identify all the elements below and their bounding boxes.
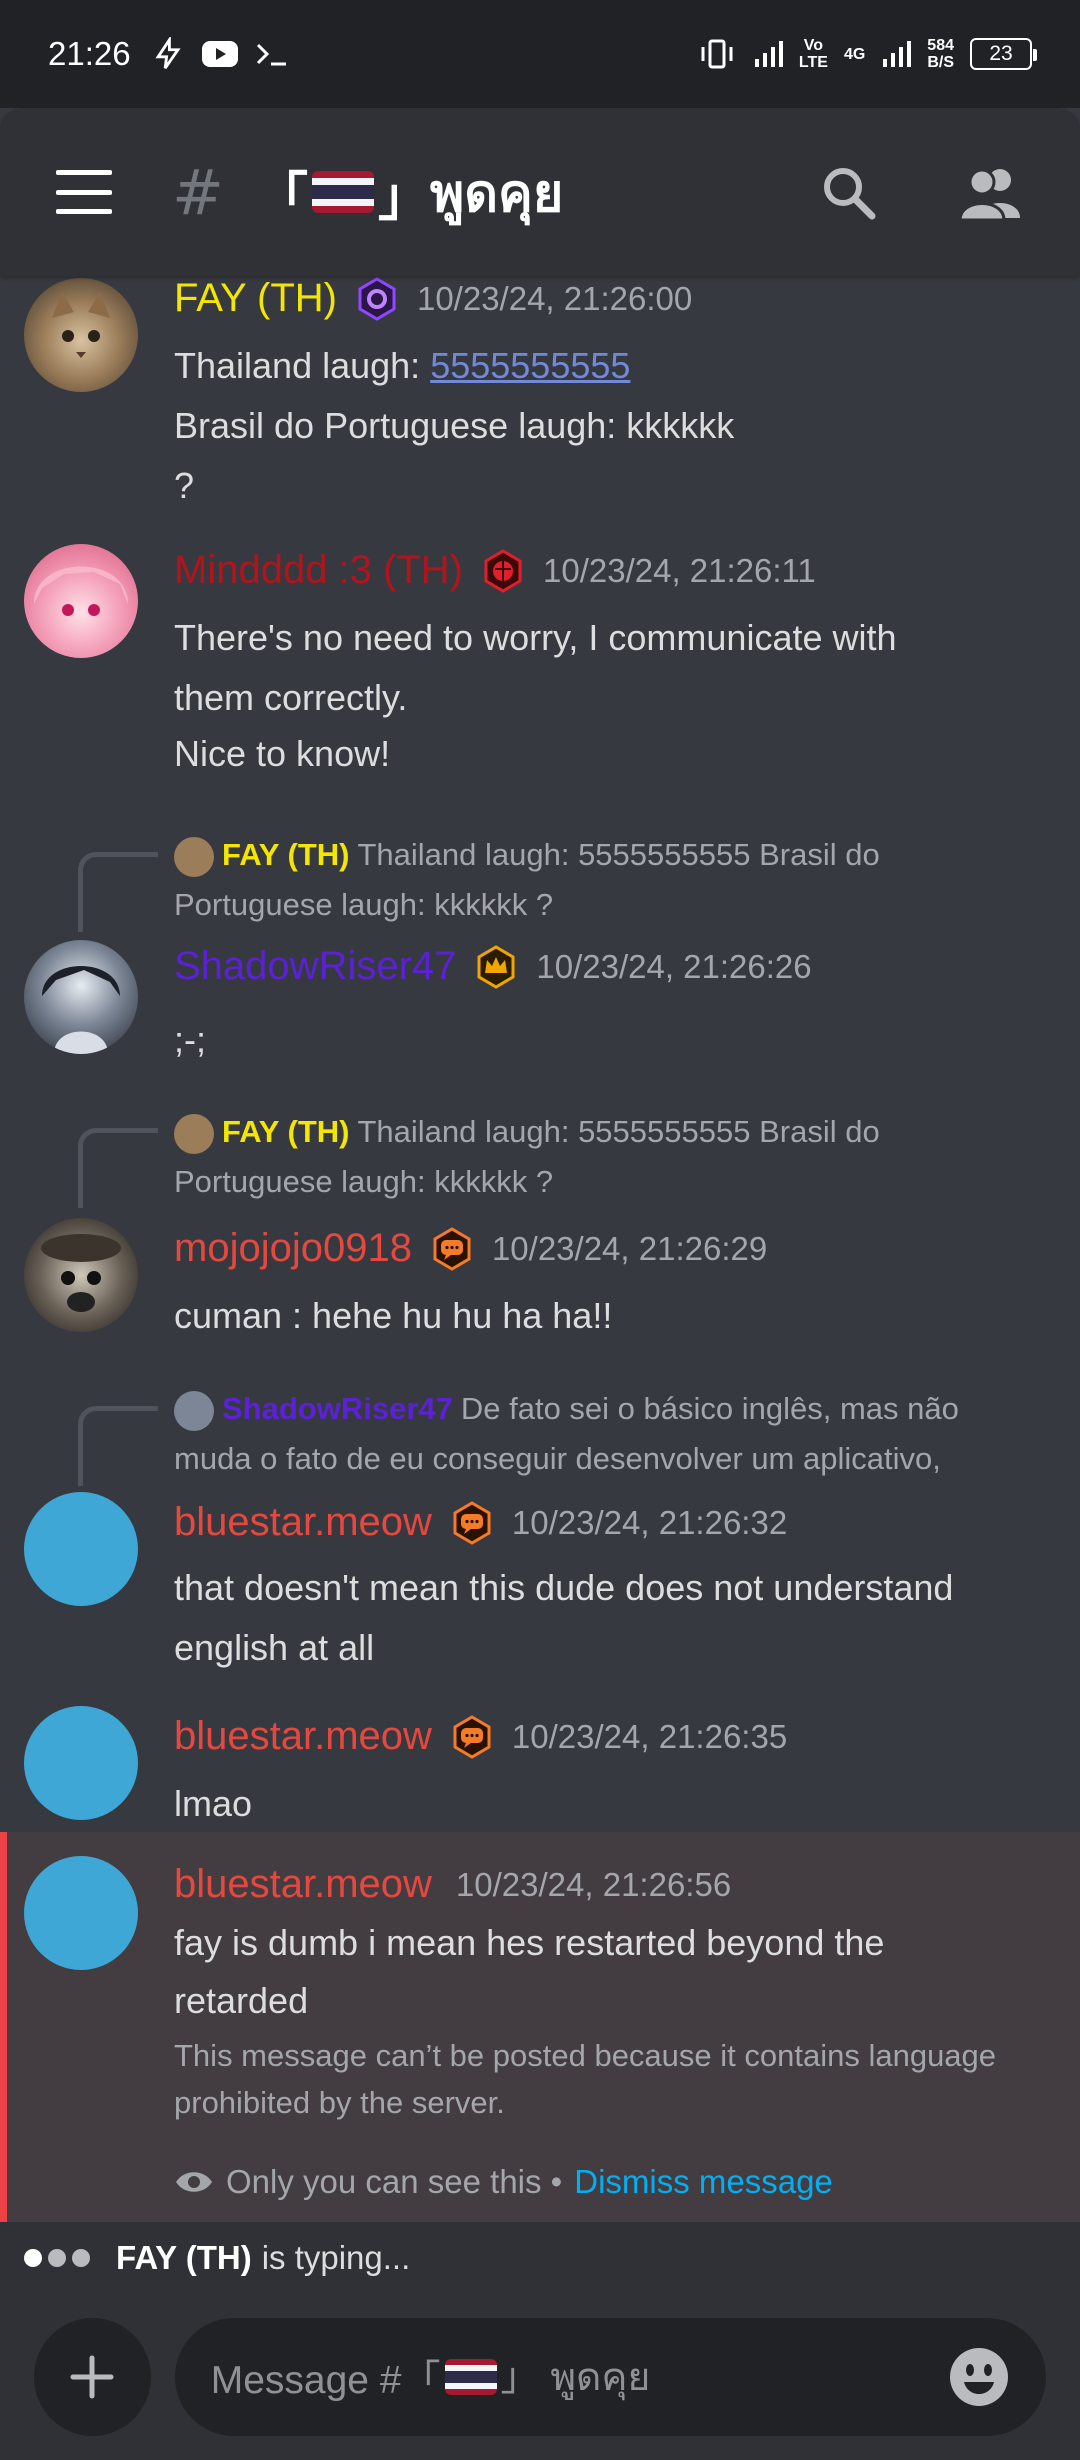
reply-spine: [78, 1128, 158, 1208]
reply-username: FAY (TH): [222, 837, 350, 872]
4g-label: 4G: [843, 45, 866, 63]
timestamp: 10/23/24, 21:26:32: [511, 1503, 788, 1541]
message-content: ;-;: [174, 1019, 206, 1060]
signal-icon-1: [754, 41, 783, 67]
message-content: cuman : hehe hu hu ha ha!!: [174, 1295, 613, 1336]
avatar[interactable]: [24, 1218, 138, 1332]
message-content: that doesn't mean this dude does not und…: [174, 1567, 954, 1668]
avatar[interactable]: [24, 1492, 138, 1606]
message-content: fay is dumb i mean hes restarted beyond …: [174, 1922, 885, 2021]
eye-icon: [176, 2172, 212, 2192]
channel-header: # 「 」 พูดคุย: [0, 108, 1080, 276]
members-icon[interactable]: [958, 164, 1024, 220]
youtube-icon: [201, 41, 238, 67]
battery-indicator: 23: [970, 38, 1037, 70]
thailand-flag-icon: [311, 171, 374, 213]
message-input[interactable]: Message #「 」 พูดคุย: [174, 2318, 1046, 2436]
typing-user: FAY (TH): [116, 2239, 252, 2276]
typing-indicator: FAY (TH) is typing...: [0, 2222, 1080, 2294]
dog-avatar-icon: [41, 1234, 121, 1312]
avatar[interactable]: [24, 1856, 138, 1970]
vibrate-icon: [701, 39, 733, 69]
avatar[interactable]: [24, 940, 138, 1054]
reply-avatar: [174, 836, 214, 877]
ephemeral-note: Only you can see this • Dismiss message: [174, 2152, 833, 2212]
status-bar: 21:26 Vo LTE 4G 584 B/S 23: [0, 0, 1080, 108]
reply-spine: [78, 1406, 158, 1486]
search-icon[interactable]: [820, 164, 876, 220]
menu-icon[interactable]: [56, 170, 112, 214]
username[interactable]: bluestar.meow: [174, 1714, 432, 1759]
message-content: lmao: [174, 1783, 253, 1824]
timestamp: 10/23/24, 21:26:56: [455, 1865, 732, 1903]
plus-icon: [70, 2355, 114, 2399]
activity-icon: [155, 37, 181, 69]
timestamp: 10/23/24, 21:26:29: [491, 1229, 768, 1267]
message-link[interactable]: 5555555555: [430, 345, 630, 386]
cat-avatar-icon: [52, 292, 110, 358]
reply-preview[interactable]: ShadowRiser47 De fato sei o básico inglês…: [174, 1384, 1054, 1484]
timestamp: 10/23/24, 21:26:11: [542, 551, 816, 589]
gear-badge-icon: [358, 276, 396, 321]
system-warning: This message can’t be posted because it …: [174, 2038, 997, 2120]
channel-hash-icon: #: [172, 155, 224, 229]
username[interactable]: FAY (TH): [174, 276, 337, 321]
username[interactable]: bluestar.meow: [174, 1500, 432, 1545]
emoji-icon[interactable]: [948, 2346, 1010, 2408]
crown-badge-icon: [477, 944, 515, 989]
reply-preview[interactable]: FAY (TH) Thailand laugh: 5555555555 Brasi…: [174, 830, 1054, 930]
net-speed: 584 B/S: [927, 37, 954, 71]
avatar[interactable]: [24, 544, 138, 658]
typing-dots-icon: [24, 2249, 90, 2267]
dismiss-message-link[interactable]: Dismiss message: [574, 2152, 833, 2212]
message-content: There's no need to worry, I communicate …: [174, 617, 897, 774]
anime-avatar-icon: [42, 966, 120, 1054]
message-composer: Message #「 」 พูดคุย: [0, 2294, 1080, 2460]
chat-badge-icon: [453, 1714, 491, 1759]
avatar[interactable]: [24, 278, 138, 392]
timestamp: 10/23/24, 21:26:00: [416, 279, 693, 317]
username[interactable]: ShadowRiser47: [174, 944, 456, 989]
chat-badge-icon: [453, 1500, 491, 1545]
chat-badge-icon: [433, 1226, 471, 1271]
avatar[interactable]: [24, 1706, 138, 1820]
reply-username: FAY (TH): [222, 1114, 350, 1149]
blocked-message[interactable]: bluestar.meow 10/23/24, 21:26:56 fay is …: [0, 1832, 1080, 2222]
reply-preview[interactable]: FAY (TH) Thailand laugh: 5555555555 Brasi…: [174, 1107, 1054, 1207]
add-attachment-button[interactable]: [34, 2318, 151, 2436]
reply-avatar: [174, 1113, 214, 1154]
username[interactable]: Mindddd :3 (TH): [174, 548, 463, 593]
terminal-icon: [256, 43, 286, 66]
reply-username: ShadowRiser47: [222, 1391, 453, 1426]
timestamp: 10/23/24, 21:26:26: [536, 947, 812, 985]
timestamp: 10/23/24, 21:26:35: [511, 1717, 788, 1755]
thailand-flag-icon: [444, 2359, 497, 2395]
reply-avatar: [174, 1390, 214, 1431]
channel-title[interactable]: 「 」 พูดคุย: [256, 151, 563, 234]
anime-avatar-icon: [34, 566, 128, 616]
message-content: Thailand laugh: 5555555555 Brasil do Por…: [174, 345, 735, 506]
signal-icon-2: [883, 41, 912, 67]
username[interactable]: mojojojo0918: [174, 1226, 412, 1271]
clock: 21:26: [48, 35, 131, 72]
world-badge-icon: [484, 548, 522, 593]
username[interactable]: bluestar.meow: [174, 1862, 432, 1907]
reply-spine: [78, 852, 158, 932]
volte-label: Vo LTE: [798, 37, 828, 71]
